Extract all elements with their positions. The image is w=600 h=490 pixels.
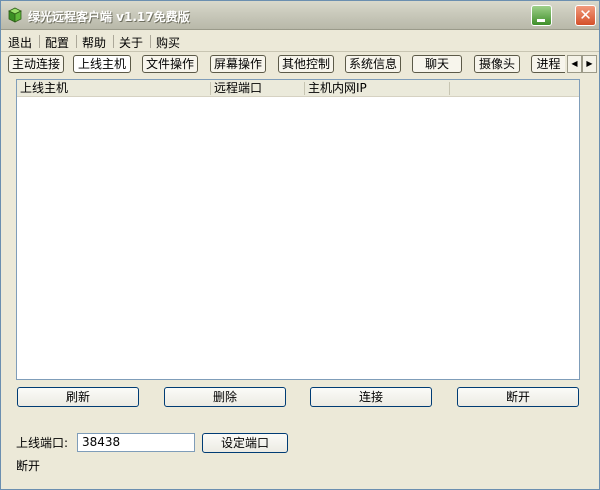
main-window: 绿光远程客户端 v1.17免费版 ✕ 退出 配置 帮助 关于 购买 主动连接 上…: [0, 0, 600, 490]
column-lan-ip[interactable]: 主机内网IP: [305, 80, 449, 97]
tab-active-connect[interactable]: 主动连接: [8, 55, 64, 73]
refresh-button[interactable]: 刷新: [17, 387, 139, 407]
disconnect-button[interactable]: 断开: [457, 387, 579, 407]
window-title: 绿光远程客户端 v1.17免费版: [28, 10, 190, 24]
menu-about[interactable]: 关于: [119, 34, 143, 51]
tab-file-ops[interactable]: 文件操作: [142, 55, 198, 73]
set-port-button[interactable]: 设定端口: [202, 433, 288, 453]
menu-config[interactable]: 配置: [45, 34, 69, 51]
column-remote-port[interactable]: 远程端口: [211, 80, 304, 97]
minimize-icon: [537, 19, 545, 22]
tab-chat[interactable]: 聊天: [412, 55, 462, 73]
menu-bar: 退出 配置 帮助 关于 购买: [1, 31, 599, 52]
port-label: 上线端口:: [16, 436, 69, 450]
tab-other-control[interactable]: 其他控制: [278, 55, 334, 73]
port-input[interactable]: 38438: [77, 433, 195, 452]
status-text: 断开: [16, 459, 41, 473]
close-button[interactable]: ✕: [575, 5, 596, 26]
tab-process[interactable]: 进程: [531, 55, 565, 73]
column-online-host[interactable]: 上线主机: [17, 80, 210, 97]
menu-separator: [39, 35, 40, 48]
tab-scroll-right-icon[interactable]: ▶: [582, 55, 597, 73]
menu-exit[interactable]: 退出: [8, 34, 32, 51]
tab-online-hosts[interactable]: 上线主机: [73, 55, 131, 73]
menu-buy[interactable]: 购买: [156, 34, 180, 51]
tab-scroll-left-icon[interactable]: ◀: [567, 55, 582, 73]
delete-button[interactable]: 删除: [164, 387, 286, 407]
app-cube-icon: [8, 7, 22, 23]
minimize-button[interactable]: [531, 5, 552, 26]
close-icon: ✕: [579, 6, 592, 24]
tab-strip: 主动连接 上线主机 文件操作 屏幕操作 其他控制 系统信息 聊天 摄像头 进程 …: [1, 53, 599, 75]
menu-help[interactable]: 帮助: [82, 34, 106, 51]
tab-system-info[interactable]: 系统信息: [345, 55, 401, 73]
menu-separator: [113, 35, 114, 48]
host-list[interactable]: 上线主机 远程端口 主机内网IP: [16, 79, 580, 380]
tab-screen-ops[interactable]: 屏幕操作: [210, 55, 266, 73]
title-bar[interactable]: 绿光远程客户端 v1.17免费版 ✕: [1, 1, 599, 30]
menu-separator: [150, 35, 151, 48]
column-divider[interactable]: [449, 82, 450, 95]
tab-camera[interactable]: 摄像头: [474, 55, 520, 73]
connect-button[interactable]: 连接: [310, 387, 432, 407]
menu-separator: [76, 35, 77, 48]
list-header: 上线主机 远程端口 主机内网IP: [17, 80, 579, 97]
